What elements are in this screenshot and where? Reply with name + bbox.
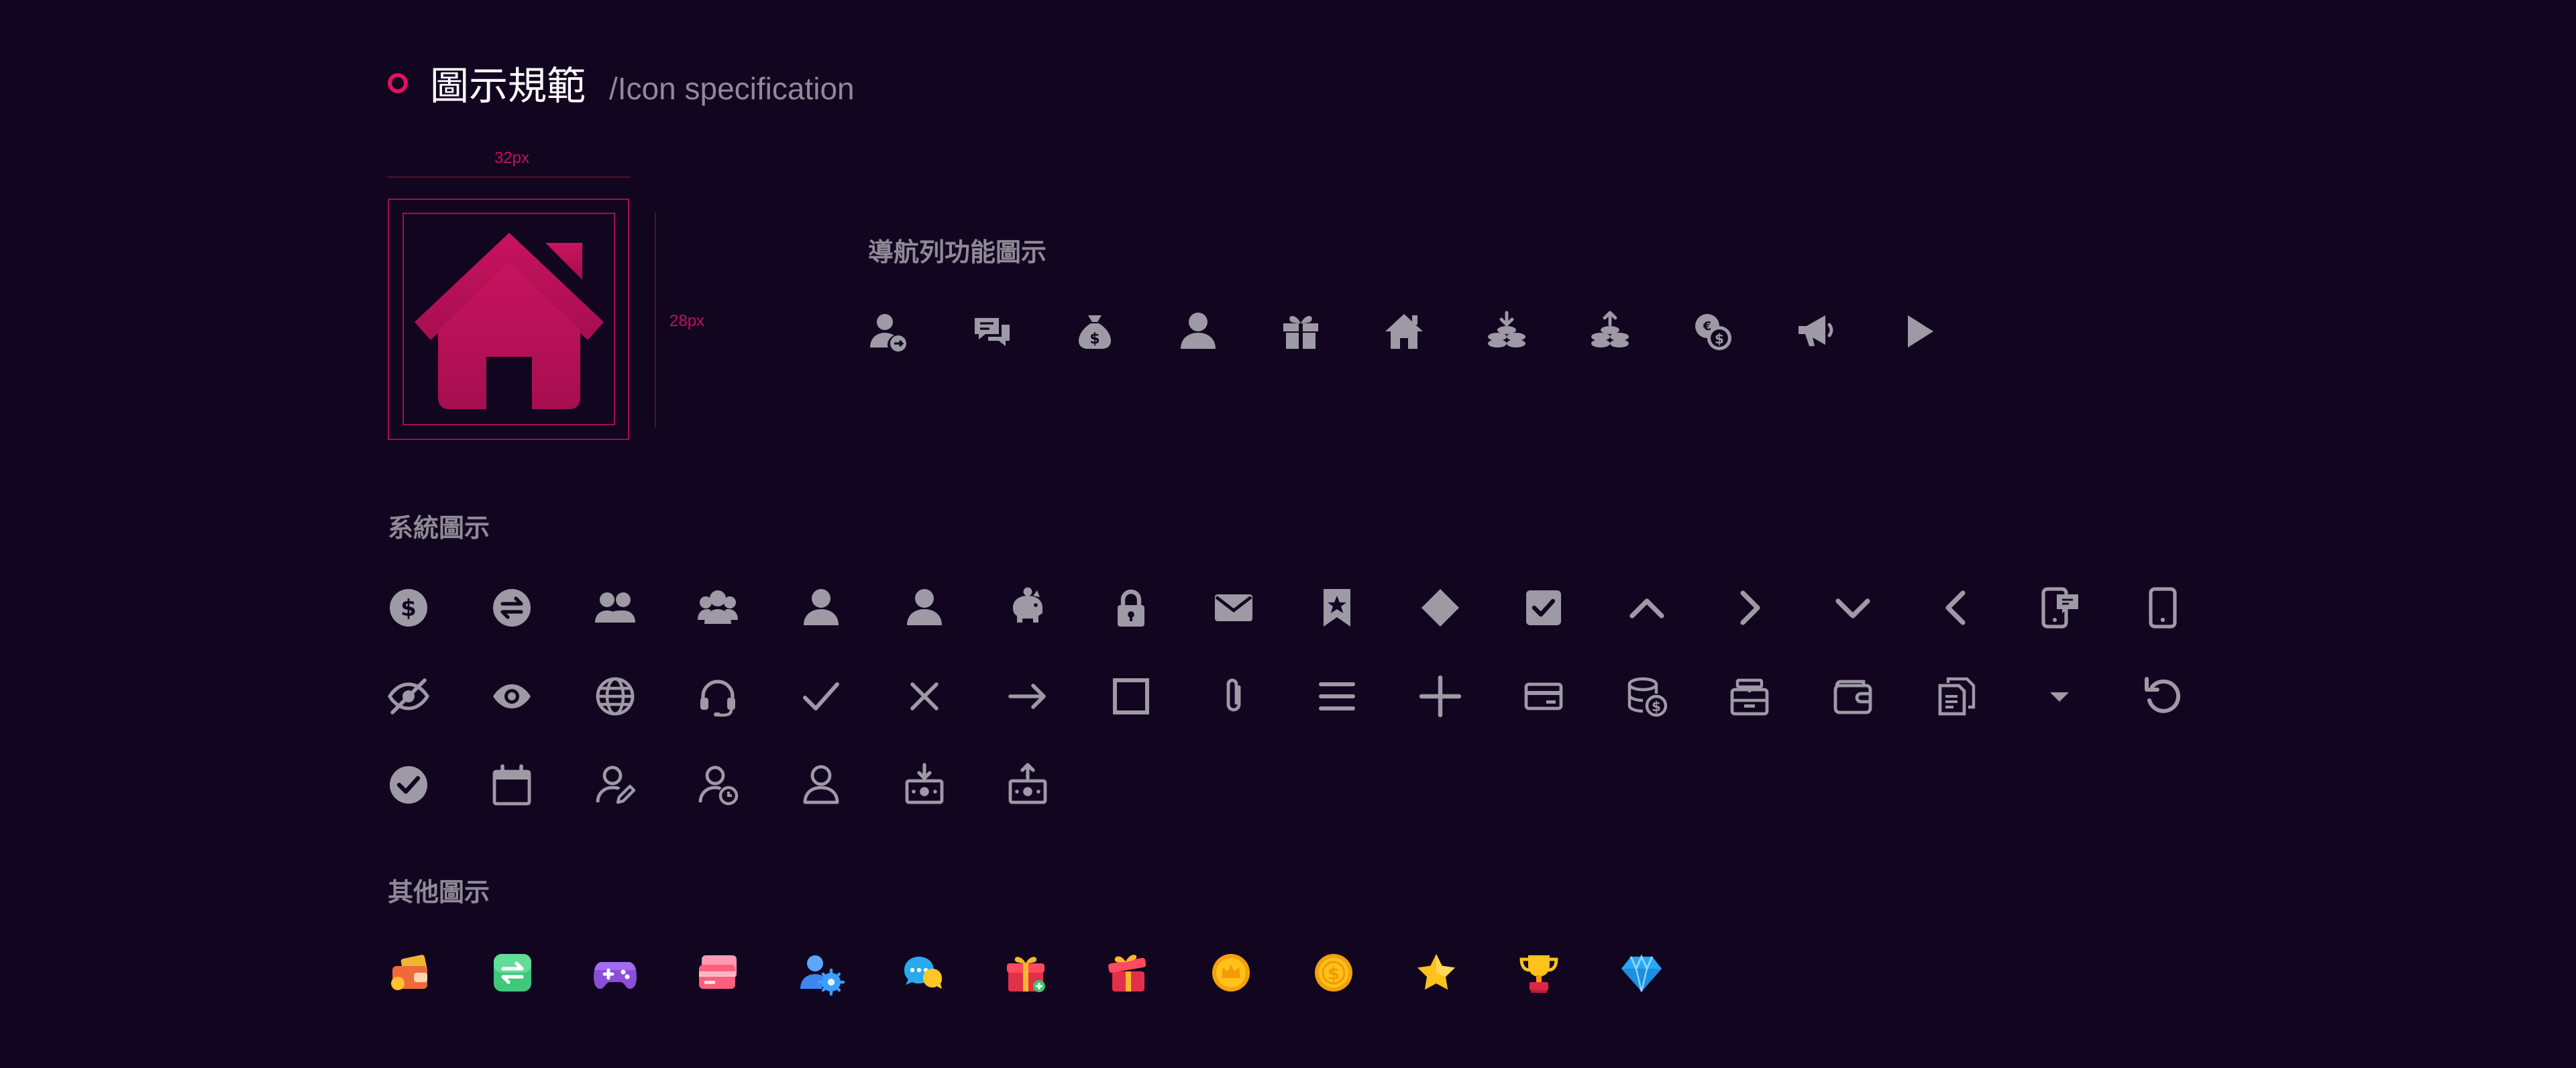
copy-document-icon xyxy=(1933,673,1980,720)
system-icons-title: 系統圖示 xyxy=(388,513,490,543)
nav-icons-title: 導航列功能圖示 xyxy=(868,237,1047,267)
bookmark-star-icon xyxy=(1313,584,1360,631)
svg-text:$: $ xyxy=(1715,331,1724,347)
calendar-icon xyxy=(488,761,535,808)
mail-icon xyxy=(1210,584,1257,631)
users-icon xyxy=(592,584,639,631)
plus-icon xyxy=(1417,673,1464,720)
check-circle-icon xyxy=(385,761,432,808)
other-icons-title: 其他圖示 xyxy=(388,877,490,907)
user-transfer-icon xyxy=(865,308,912,355)
chat-bubbles-color-icon xyxy=(900,949,947,996)
exchange-color-icon xyxy=(489,949,536,996)
gift-box-open-color-icon xyxy=(1105,949,1152,996)
chevron-down-icon xyxy=(1829,584,1876,631)
user-icon xyxy=(1175,308,1222,355)
globe-icon xyxy=(592,673,639,720)
refresh-icon xyxy=(2139,673,2186,720)
chat-icon xyxy=(969,308,1016,355)
cards-color-icon xyxy=(694,949,741,996)
user-group-icon xyxy=(694,584,741,631)
eye-off-icon xyxy=(385,673,432,720)
svg-text:€: € xyxy=(1703,319,1712,333)
cash-in-icon xyxy=(901,761,948,808)
mobile-chat-icon xyxy=(2036,584,2083,631)
page-title: 圖示規範 xyxy=(430,63,586,109)
piggy-bank-icon xyxy=(1004,584,1051,631)
page-subtitle: /Icon specification xyxy=(609,71,855,106)
width-dimension-line xyxy=(388,176,631,178)
coins-withdraw-icon xyxy=(1587,308,1633,355)
paperclip-icon xyxy=(1210,673,1257,720)
chevron-right-icon xyxy=(1726,584,1773,631)
gem-color-icon xyxy=(1618,949,1665,996)
coin-crown-color-icon xyxy=(1208,949,1254,996)
width-dimension-label: 32px xyxy=(494,149,530,167)
megaphone-icon xyxy=(1792,308,1839,355)
square-icon xyxy=(1108,673,1155,720)
user-edit-icon xyxy=(592,761,639,808)
currency-exchange-icon: $ € xyxy=(1689,308,1736,355)
trophy-color-icon xyxy=(1515,949,1562,996)
gift-box-color-icon xyxy=(1002,949,1049,996)
transfer-circle-icon xyxy=(488,584,535,631)
user-settings-color-icon xyxy=(797,949,845,996)
svg-text:$: $ xyxy=(1328,964,1340,984)
close-icon xyxy=(901,673,948,720)
coin-dollar-color-icon: $ xyxy=(1310,949,1357,996)
headset-icon xyxy=(694,673,741,720)
star-color-icon xyxy=(1413,949,1460,996)
height-dimension-line xyxy=(655,212,656,428)
dollar-circle-icon: $ xyxy=(385,584,432,631)
chevron-up-icon xyxy=(1623,584,1670,631)
home-icon xyxy=(1381,308,1428,355)
user-icon xyxy=(901,584,948,631)
svg-text:$: $ xyxy=(400,595,417,622)
menu-icon xyxy=(1313,673,1360,720)
user-outline-icon xyxy=(798,761,845,808)
checkbox-icon xyxy=(1520,584,1567,631)
user-icon xyxy=(798,584,845,631)
lock-icon xyxy=(1108,584,1155,631)
home-icon xyxy=(415,233,604,409)
play-icon xyxy=(1895,308,1942,355)
cash-out-icon xyxy=(1004,761,1051,808)
coin-database-icon: $ xyxy=(1623,673,1670,720)
user-clock-icon xyxy=(694,761,741,808)
chevron-left-icon xyxy=(1933,584,1980,631)
wallet-icon xyxy=(1829,673,1876,720)
gift-icon xyxy=(1277,308,1324,355)
svg-text:$: $ xyxy=(1652,698,1661,714)
money-bag-icon: $ xyxy=(1071,308,1118,355)
gamepad-color-icon xyxy=(592,949,639,996)
card-icon xyxy=(1520,673,1567,720)
cashier-icon xyxy=(1726,673,1773,720)
mobile-icon xyxy=(2139,584,2186,631)
check-icon xyxy=(798,673,845,720)
diamond-icon xyxy=(1417,584,1464,631)
title-ring-icon xyxy=(388,73,408,93)
svg-text:$: $ xyxy=(1089,331,1099,348)
eye-icon xyxy=(488,673,535,720)
coins-deposit-icon xyxy=(1483,308,1530,355)
arrow-right-icon xyxy=(1004,673,1051,720)
caret-down-icon xyxy=(2036,673,2083,720)
wallet-color-icon xyxy=(386,949,433,996)
height-dimension-label: 28px xyxy=(669,312,705,330)
